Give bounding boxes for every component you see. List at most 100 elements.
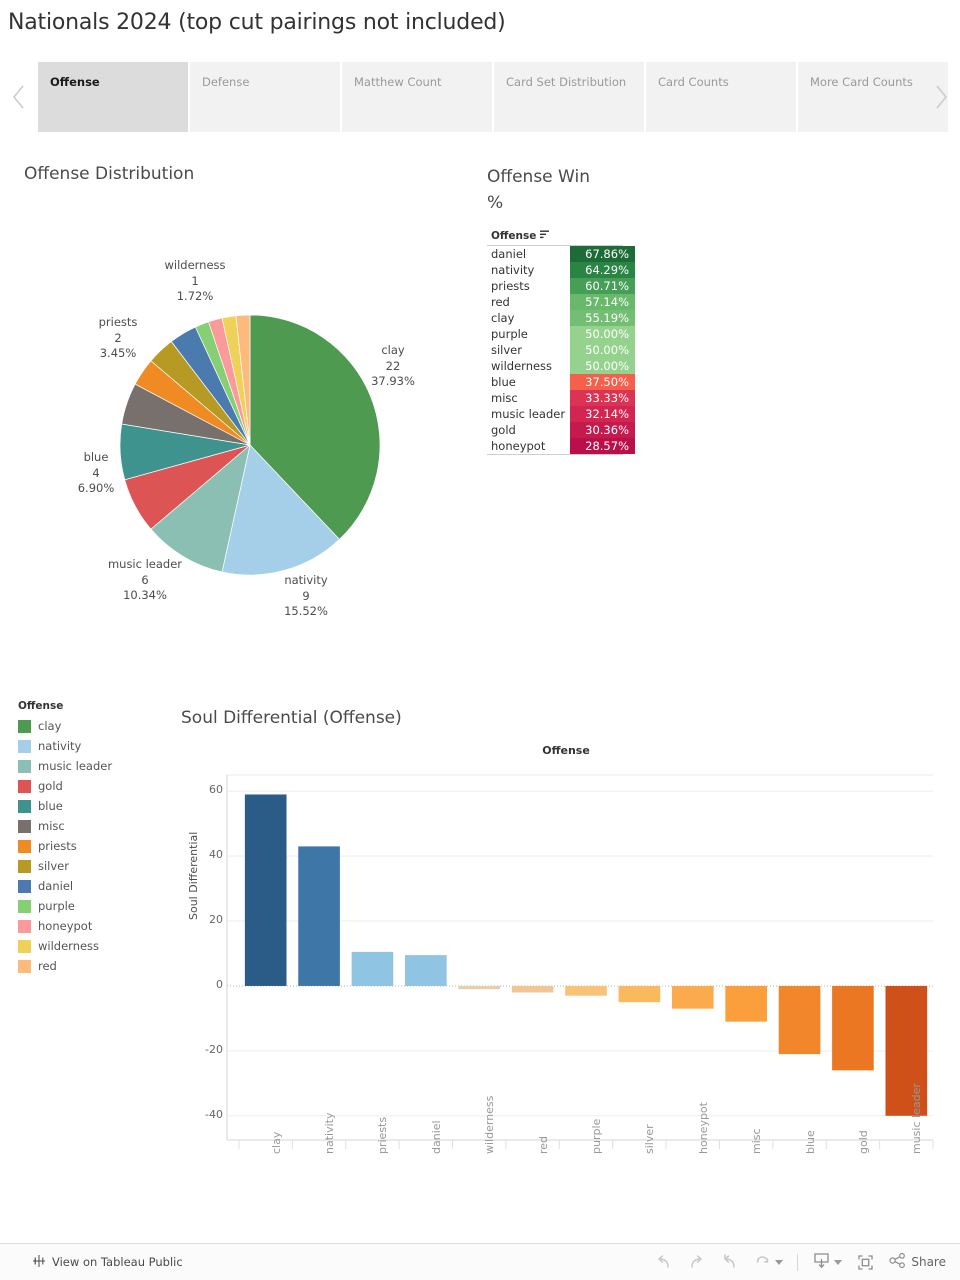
- bar-misc[interactable]: [725, 985, 767, 1022]
- table-row[interactable]: wilderness 50.00%: [487, 358, 635, 374]
- download-button[interactable]: [812, 1251, 843, 1274]
- sort-descending-icon[interactable]: [540, 230, 550, 242]
- legend-item-label: wilderness: [38, 939, 100, 953]
- win-percent-rows: daniel 67.86% nativity 64.29% priests 60.71% r…: [487, 246, 635, 454]
- pie-chart-svg[interactable]: [0, 150, 480, 650]
- bar-red[interactable]: [511, 985, 554, 993]
- table-row[interactable]: misc 33.33%: [487, 390, 635, 406]
- legend-color-swatch: [18, 879, 31, 893]
- refresh-button[interactable]: [753, 1251, 784, 1274]
- table-row[interactable]: silver 50.00%: [487, 342, 635, 358]
- x-tick-label: blue: [803, 1130, 817, 1154]
- pie-label-percent: 6.90%: [77, 481, 115, 495]
- legend-item-honeypot[interactable]: honeypot: [18, 916, 168, 936]
- win-percent-cell: 67.86%: [569, 246, 635, 262]
- legend-item-blue[interactable]: blue: [18, 796, 168, 816]
- bar-chart-svg[interactable]: [181, 740, 951, 1160]
- x-tick-label: honeypot: [696, 1102, 710, 1154]
- pie-label-percent: 3.45%: [99, 346, 137, 360]
- table-row[interactable]: blue 37.50%: [487, 374, 635, 390]
- win-percent-cell: 37.50%: [569, 374, 635, 390]
- win-percent-cell: 57.14%: [569, 294, 635, 310]
- legend-item-label: music leader: [38, 759, 113, 773]
- table-row[interactable]: red 57.14%: [487, 294, 635, 310]
- bar-wilderness[interactable]: [458, 985, 501, 990]
- win-percent-column-header[interactable]: Offense: [487, 230, 623, 246]
- tab-next-arrow-icon[interactable]: [922, 62, 960, 132]
- legend-item-misc[interactable]: misc: [18, 816, 168, 836]
- x-tick-label: silver: [643, 1124, 657, 1154]
- pie-label-percent: 37.93%: [371, 374, 415, 388]
- revert-icon[interactable]: [720, 1253, 739, 1272]
- table-row[interactable]: daniel 67.86%: [487, 246, 635, 262]
- pie-label-count: 6: [141, 572, 149, 587]
- win-percent-cell: 64.29%: [569, 262, 635, 278]
- table-row[interactable]: priests 60.71%: [487, 278, 635, 294]
- legend-color-swatch: [18, 959, 31, 973]
- legend-item-priests[interactable]: priests: [18, 836, 168, 856]
- legend-color-swatch: [18, 839, 31, 853]
- share-button[interactable]: Share: [889, 1252, 946, 1272]
- offense-name-cell: wilderness: [487, 358, 570, 374]
- pie-label-percent: 1.72%: [176, 289, 214, 303]
- offense-name-cell: honeypot: [487, 438, 570, 454]
- bar-purple[interactable]: [565, 985, 607, 996]
- legend-item-music-leader[interactable]: music leader: [18, 756, 168, 776]
- table-row[interactable]: nativity 64.29%: [487, 262, 635, 278]
- bar-blue[interactable]: [778, 985, 821, 1055]
- bar-gold[interactable]: [832, 985, 874, 1071]
- tab-defense[interactable]: Defense: [190, 62, 340, 132]
- bar-priests[interactable]: [351, 951, 394, 986]
- tab-label: Offense: [50, 75, 100, 89]
- legend-item-label: daniel: [38, 879, 74, 893]
- win-percent-cell: 50.00%: [569, 358, 635, 374]
- toolbar-actions: Share: [654, 1251, 946, 1274]
- undo-icon[interactable]: [654, 1253, 673, 1272]
- offense-name-cell: gold: [487, 422, 570, 438]
- tab-matthew-count[interactable]: Matthew Count: [342, 62, 492, 132]
- caret-down-icon: [775, 1259, 784, 1265]
- bar-clay[interactable]: [244, 794, 287, 986]
- pie-label-count: 2: [114, 330, 122, 345]
- legend-item-nativity[interactable]: nativity: [18, 736, 168, 756]
- legend-item-silver[interactable]: silver: [18, 856, 168, 876]
- table-row[interactable]: honeypot 28.57%: [487, 438, 635, 454]
- bar-honeypot[interactable]: [671, 985, 714, 1009]
- table-row[interactable]: clay 55.19%: [487, 310, 635, 326]
- pie-label-name: blue: [83, 450, 109, 464]
- table-row[interactable]: music leader 32.14%: [487, 406, 635, 422]
- bar-nativity[interactable]: [298, 846, 340, 986]
- legend-item-clay[interactable]: clay: [18, 716, 168, 736]
- pie-label-percent: 15.52%: [284, 604, 328, 618]
- legend-item-red[interactable]: red: [18, 956, 168, 976]
- offense-name-cell: purple: [487, 326, 570, 342]
- legend-color-swatch: [18, 819, 31, 833]
- table-row[interactable]: gold 30.36%: [487, 422, 635, 438]
- table-row[interactable]: purple 50.00%: [487, 326, 635, 342]
- bar-silver[interactable]: [618, 985, 661, 1003]
- legend-color-swatch: [18, 739, 31, 753]
- bar-daniel[interactable]: [405, 955, 447, 986]
- fullscreen-icon[interactable]: [856, 1253, 875, 1272]
- win-percent-title: Offense Win %: [487, 167, 590, 213]
- legend-item-purple[interactable]: purple: [18, 896, 168, 916]
- tab-card-set-distribution[interactable]: Card Set Distribution: [494, 62, 644, 132]
- redo-icon[interactable]: [687, 1253, 706, 1272]
- pie-label-blue: blue 4 6.90%: [62, 450, 130, 497]
- share-label: Share: [911, 1255, 946, 1269]
- y-tick-label: -40: [205, 1107, 223, 1121]
- x-tick-label: wilderness: [483, 1095, 497, 1154]
- y-tick-label: 20: [209, 913, 223, 927]
- legend-item-gold[interactable]: gold: [18, 776, 168, 796]
- y-tick-label: 0: [216, 977, 223, 991]
- legend-item-daniel[interactable]: daniel: [18, 876, 168, 896]
- tab-prev-arrow-icon[interactable]: [0, 62, 38, 132]
- tab-offense[interactable]: Offense: [38, 62, 188, 132]
- legend-color-swatch: [18, 859, 31, 873]
- view-on-tableau-public-link[interactable]: View on Tableau Public: [32, 1254, 183, 1271]
- legend-item-wilderness[interactable]: wilderness: [18, 936, 168, 956]
- offense-name-cell: red: [487, 294, 570, 310]
- tab-card-counts[interactable]: Card Counts: [646, 62, 796, 132]
- win-percent-cell: 60.71%: [569, 278, 635, 294]
- win-percent-cell: 50.00%: [569, 342, 635, 358]
